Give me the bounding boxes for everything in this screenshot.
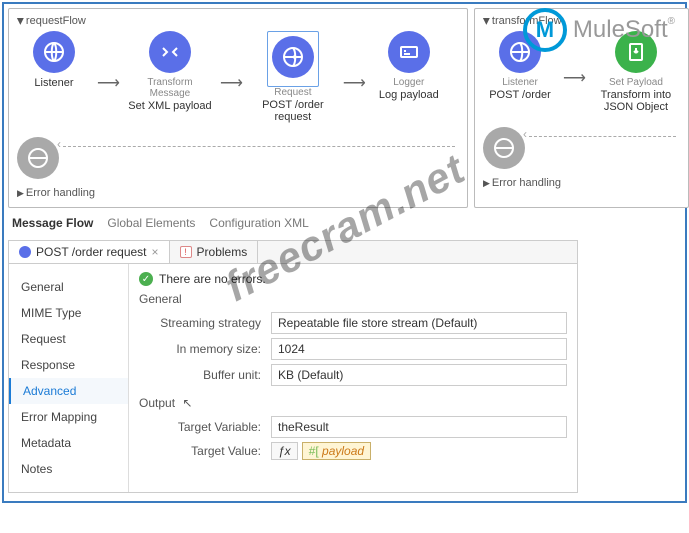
input-target-variable[interactable]: theResult <box>271 416 567 438</box>
globe-arrow-icon <box>499 31 541 73</box>
dashed-return-line <box>529 136 676 137</box>
label-target-value: Target Value: <box>153 444 271 458</box>
globe-arrow-icon <box>272 36 314 78</box>
flow-title-request[interactable]: ▶requestFlow <box>17 15 459 27</box>
return-endpoint-icon <box>17 137 59 179</box>
flow-panel-request[interactable]: ▶requestFlow Listener ⟶ Transform Messag… <box>8 8 468 208</box>
arrow-icon: ⟶ <box>563 68 586 88</box>
log-icon <box>388 31 430 73</box>
flow-canvas: ▶requestFlow Listener ⟶ Transform Messag… <box>8 8 681 208</box>
input-in-memory-size[interactable]: 1024 <box>271 338 567 360</box>
arrow-icon: ⟶ <box>220 73 243 93</box>
side-request[interactable]: Request <box>9 326 128 352</box>
return-endpoint-icon <box>483 127 525 169</box>
label-buf: Buffer unit: <box>153 368 271 382</box>
properties-side-nav: General MIME Type Request Response Advan… <box>9 264 129 492</box>
check-icon: ✓ <box>139 272 153 286</box>
label-target-variable: Target Variable: <box>153 420 271 434</box>
input-buffer-unit[interactable]: KB (Default) <box>271 364 567 386</box>
http-icon <box>19 246 31 258</box>
section-output: Output ↖ <box>139 396 567 410</box>
flow-panel-transform[interactable]: ▶transformFlow Listener POST /order ⟶ Se… <box>474 8 689 208</box>
node-request-selected[interactable]: Request POST /order request <box>249 31 337 123</box>
problems-icon: ! <box>180 246 192 258</box>
node-transform-message[interactable]: Transform Message Set XML payload <box>126 31 214 112</box>
side-general[interactable]: General <box>9 274 128 300</box>
label-streaming: Streaming strategy <box>153 316 271 330</box>
no-errors-banner: ✓ There are no errors. <box>139 272 567 286</box>
cursor-icon: ↖ <box>182 396 192 410</box>
flow-title-transform[interactable]: ▶transformFlow <box>483 15 680 27</box>
side-metadata[interactable]: Metadata <box>9 430 128 456</box>
tab-message-flow[interactable]: Message Flow <box>12 216 93 230</box>
tab-configuration-xml[interactable]: Configuration XML <box>209 216 308 230</box>
node-logger[interactable]: Logger Log payload <box>372 31 446 101</box>
tab-global-elements[interactable]: Global Elements <box>107 216 195 230</box>
side-error-mapping[interactable]: Error Mapping <box>9 404 128 430</box>
transform-icon <box>149 31 191 73</box>
dashed-return-line <box>63 146 455 147</box>
globe-arrow-icon <box>33 31 75 73</box>
editor-tab-problems[interactable]: ! Problems <box>170 241 259 263</box>
input-target-value[interactable]: #[ payload <box>302 442 371 460</box>
arrow-icon: ⟶ <box>97 73 120 93</box>
side-notes[interactable]: Notes <box>9 456 128 482</box>
side-response[interactable]: Response <box>9 352 128 378</box>
close-icon[interactable]: × <box>152 245 159 259</box>
side-advanced[interactable]: Advanced <box>9 378 128 404</box>
properties-editor: POST /order request × ! Problems General… <box>8 240 578 493</box>
node-set-payload[interactable]: Set Payload Transform into JSON Object <box>592 31 680 113</box>
input-streaming-strategy[interactable]: Repeatable file store stream (Default) <box>271 312 567 334</box>
section-general: General <box>139 292 567 306</box>
set-payload-icon <box>615 31 657 73</box>
node-listener-2[interactable]: Listener POST /order <box>483 31 557 101</box>
error-handling-toggle-2[interactable]: ▶Error handling <box>483 177 680 189</box>
editor-tab-request[interactable]: POST /order request × <box>9 241 170 263</box>
error-handling-toggle[interactable]: ▶Error handling <box>17 187 459 199</box>
label-mem: In memory size: <box>153 342 271 356</box>
side-mime[interactable]: MIME Type <box>9 300 128 326</box>
canvas-bottom-tabs: Message Flow Global Elements Configurati… <box>12 216 681 230</box>
node-listener[interactable]: Listener <box>17 31 91 89</box>
arrow-icon: ⟶ <box>343 73 366 93</box>
fx-button[interactable]: ƒx <box>271 442 298 460</box>
